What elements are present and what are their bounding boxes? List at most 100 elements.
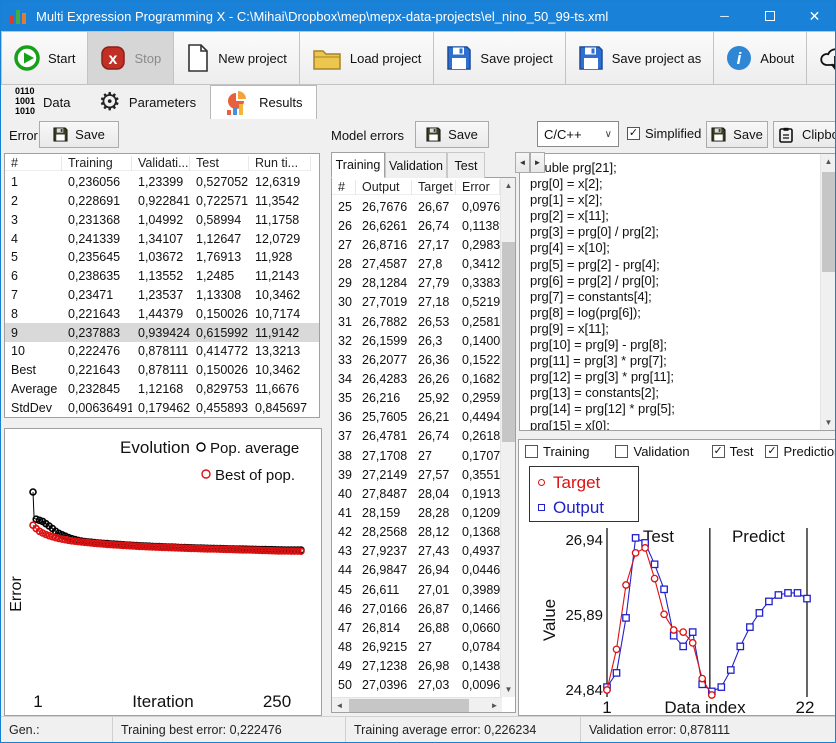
model-errors-table[interactable]: #OutputTargetError2526,767626,670,097612… xyxy=(332,178,500,697)
tab-validation[interactable]: Validation xyxy=(385,152,447,178)
table-row[interactable]: 50,2356451,036721,7691311,928 xyxy=(5,248,319,267)
tab-test[interactable]: Test xyxy=(447,152,485,178)
table-row[interactable]: 3426,428326,260,168276 xyxy=(332,369,500,388)
table-row[interactable]: 4627,016626,870,146609 xyxy=(332,599,500,618)
save-project-as-button[interactable]: Save project as xyxy=(566,31,715,85)
code-save-button[interactable]: Save xyxy=(706,121,768,148)
scroll-right-icon[interactable]: ► xyxy=(487,698,502,713)
table-cell: 40 xyxy=(332,487,356,501)
scroll-down-icon[interactable]: ▼ xyxy=(821,415,836,430)
table-row[interactable]: 70,234711,235371,1330810,3462 xyxy=(5,286,319,305)
table-cell: 27,17 xyxy=(412,238,456,252)
table-row[interactable]: 3927,214927,570,355103 xyxy=(332,465,500,484)
error-save-button[interactable]: Save xyxy=(39,121,119,148)
table-cell: 1,03672 xyxy=(132,250,190,264)
table-cell: Validati... xyxy=(132,156,190,171)
table-cell: 25,7605 xyxy=(356,410,412,424)
table-row[interactable]: 3726,478126,740,261882 xyxy=(332,427,500,446)
table-row[interactable]: 2928,128427,790,338365 xyxy=(332,274,500,293)
table-row[interactable]: 2626,626126,740,113891 xyxy=(332,216,500,235)
table-row[interactable]: 3625,760526,210,449498 xyxy=(332,408,500,427)
table-row[interactable]: 2526,767626,670,097612 xyxy=(332,197,500,216)
table-cell: 26,53 xyxy=(412,315,456,329)
table-row[interactable]: 4327,923727,430,493738 xyxy=(332,542,500,561)
table-row[interactable]: 10,2360561,233990,52705212,6319 xyxy=(5,173,319,192)
table-row[interactable]: 30,2313681,049920,5899411,1758 xyxy=(5,210,319,229)
clipboard-button[interactable]: Clipboard xyxy=(773,121,836,148)
table-row[interactable]: 20,2286910,9228410,72257111,3542 xyxy=(5,192,319,211)
code-listing[interactable]: double prg[21];prg[0] = x[2];prg[1] = x[… xyxy=(520,154,820,431)
code-panel[interactable]: double prg[21];prg[0] = x[2];prg[1] = x[… xyxy=(519,153,836,431)
tab-scroll-left-icon[interactable]: ◄ xyxy=(515,152,530,173)
close-button[interactable]: ✕ xyxy=(792,1,836,31)
table-cell: 50 xyxy=(332,678,356,692)
tab-results[interactable]: Results xyxy=(210,85,317,119)
results-chart-icon xyxy=(225,91,251,115)
table-row[interactable]: 60,2386351,135521,248511,2143 xyxy=(5,267,319,286)
code-line: prg[3] = prg[0] / prg[2]; xyxy=(530,224,820,240)
about-button[interactable]: i About xyxy=(714,31,807,85)
table-row[interactable]: 4128,15928,280,120951 xyxy=(332,503,500,522)
code-line: prg[10] = prg[9] - prg[8]; xyxy=(530,337,820,353)
model-errors-vscrollbar[interactable]: ▲ ▼ xyxy=(500,178,515,697)
error-table[interactable]: #TrainingValidati...TestRun ti...10,2360… xyxy=(4,153,320,418)
table-row[interactable]: 80,2216431,443790,15002610,7174 xyxy=(5,304,319,323)
about-label: About xyxy=(760,51,794,66)
table-row[interactable]: 90,2378830,9394240,61599211,9142 xyxy=(5,323,319,342)
table-row[interactable]: 2726,871627,170,298384 xyxy=(332,235,500,254)
scrollbar-thumb[interactable] xyxy=(502,242,515,442)
table-row[interactable]: 100,2224760,8781110,41477213,3213 xyxy=(5,342,319,361)
table-row[interactable]: 4526,61127,010,398998 xyxy=(332,580,500,599)
table-cell: 26,26 xyxy=(412,372,456,386)
stop-button[interactable]: x Stop xyxy=(88,31,174,85)
simplified-checkbox[interactable]: ✓ Simplified xyxy=(627,126,701,141)
table-row[interactable]: 3526,21625,920,295984 xyxy=(332,389,500,408)
table-row[interactable]: 3827,1708270,170794 xyxy=(332,446,500,465)
scrollbar-thumb[interactable] xyxy=(349,699,469,712)
play-icon xyxy=(14,45,40,71)
table-row[interactable]: 4426,984726,940,044650 xyxy=(332,561,500,580)
tab-scroll-right-icon[interactable]: ► xyxy=(530,152,545,173)
code-vscrollbar[interactable]: ▲ ▼ xyxy=(820,154,835,430)
new-project-button[interactable]: New project xyxy=(174,31,300,85)
minimize-button[interactable]: ─ xyxy=(702,1,747,31)
table-row[interactable]: 5027,039627,030,009634 xyxy=(332,676,500,695)
table-cell: Error xyxy=(456,180,500,195)
updates-button[interactable]: Updates xyxy=(807,31,836,85)
table-row[interactable]: 4927,123826,980,143835 xyxy=(332,657,500,676)
scroll-left-icon[interactable]: ◄ xyxy=(332,698,347,713)
table-row[interactable]: Best0,2216430,8781110,15002610,3462 xyxy=(5,361,319,380)
tab-parameters[interactable]: ⚙ Parameters xyxy=(85,85,211,119)
code-save-label: Save xyxy=(733,127,763,142)
table-row[interactable]: 3226,159926,30,140062 xyxy=(332,331,500,350)
legend-circle-marker xyxy=(538,479,545,486)
load-project-button[interactable]: Load project xyxy=(300,31,435,85)
table-row[interactable]: StdDev0,006364910,1794620,4558930,845697 xyxy=(5,398,319,417)
table-row[interactable]: 3027,701927,180,521945 xyxy=(332,293,500,312)
tab-data[interactable]: 0110 1001 1010 Data xyxy=(1,85,85,119)
table-row[interactable]: 4228,256828,120,136832 xyxy=(332,523,500,542)
maximize-button[interactable] xyxy=(747,1,792,31)
scroll-up-icon[interactable]: ▲ xyxy=(821,154,836,169)
table-row[interactable]: 40,2413391,341071,1264712,0729 xyxy=(5,229,319,248)
scroll-down-icon[interactable]: ▼ xyxy=(501,682,516,697)
start-button[interactable]: Start xyxy=(1,31,88,85)
model-errors-hscrollbar[interactable]: ◄ ► xyxy=(332,697,502,712)
main-tabstrip: 0110 1001 1010 Data ⚙ Parameters Results xyxy=(1,85,836,119)
table-row[interactable]: 4826,9215270,078470 xyxy=(332,637,500,656)
scroll-up-icon[interactable]: ▲ xyxy=(501,178,516,193)
scrollbar-thumb[interactable] xyxy=(822,172,835,272)
code-line: prg[4] = x[10]; xyxy=(530,240,820,256)
save-project-button[interactable]: Save project xyxy=(434,31,565,85)
table-row[interactable]: 4027,848728,040,191323 xyxy=(332,484,500,503)
table-cell: 27,9237 xyxy=(356,544,412,558)
table-cell: 1,13552 xyxy=(132,269,190,283)
table-row[interactable]: 2827,458727,80,341298 xyxy=(332,255,500,274)
table-row[interactable]: 4726,81426,880,066008 xyxy=(332,618,500,637)
table-row[interactable]: 3126,788226,530,258182 xyxy=(332,312,500,331)
table-row[interactable]: Average0,2328451,121680,82975311,6676 xyxy=(5,380,319,399)
model-errors-save-button[interactable]: Save xyxy=(415,121,489,148)
language-select[interactable]: C/C++ ∨ xyxy=(537,121,619,147)
table-row[interactable]: 3326,207726,360,152287 xyxy=(332,350,500,369)
tab-training[interactable]: Training xyxy=(331,152,385,178)
